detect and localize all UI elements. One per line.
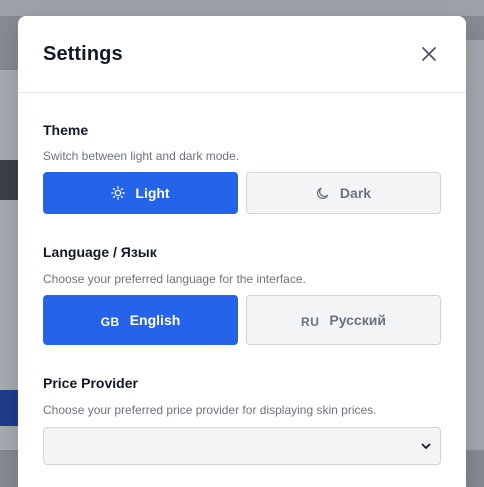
gb-flag-icon: GB: [100, 314, 120, 329]
language-english-label: English: [129, 312, 181, 328]
sun-icon: [111, 186, 126, 200]
close-button[interactable]: [417, 42, 441, 66]
theme-section-description: Switch between light and dark mode.: [43, 149, 240, 163]
language-options: GB English RU Русский: [43, 295, 441, 345]
ru-flag-icon: RU: [301, 314, 320, 329]
backdrop-dark-block: [0, 160, 20, 200]
moon-icon: [316, 187, 329, 200]
modal-body: Theme Switch between light and dark mode…: [18, 122, 466, 465]
theme-light-button[interactable]: Light: [43, 172, 238, 214]
modal-header: Settings: [18, 16, 466, 93]
backdrop-right-card: [464, 40, 484, 450]
price-provider-select[interactable]: [43, 427, 441, 465]
settings-modal: Settings Theme Switch between light and …: [18, 16, 466, 487]
language-section-title: Language / Язык: [43, 244, 157, 260]
price-provider-section-description: Choose your preferred price provider for…: [43, 403, 377, 417]
theme-dark-label: Dark: [339, 185, 372, 201]
theme-dark-button[interactable]: Dark: [246, 172, 441, 214]
language-section-description: Choose your preferred language for the i…: [43, 272, 306, 286]
theme-section-title: Theme: [43, 122, 89, 138]
language-russian-button[interactable]: RU Русский: [246, 295, 441, 345]
language-english-button[interactable]: GB English: [43, 295, 238, 345]
theme-light-label: Light: [135, 185, 170, 201]
backdrop-top-strip: [0, 0, 484, 16]
close-icon: [422, 47, 436, 61]
backdrop-blue-block: [0, 390, 20, 426]
theme-options: Light Dark: [43, 172, 441, 214]
chevron-down-icon: [421, 443, 431, 449]
language-russian-label: Русский: [329, 312, 386, 328]
price-provider-section-title: Price Provider: [43, 375, 138, 391]
modal-title: Settings: [43, 42, 123, 65]
